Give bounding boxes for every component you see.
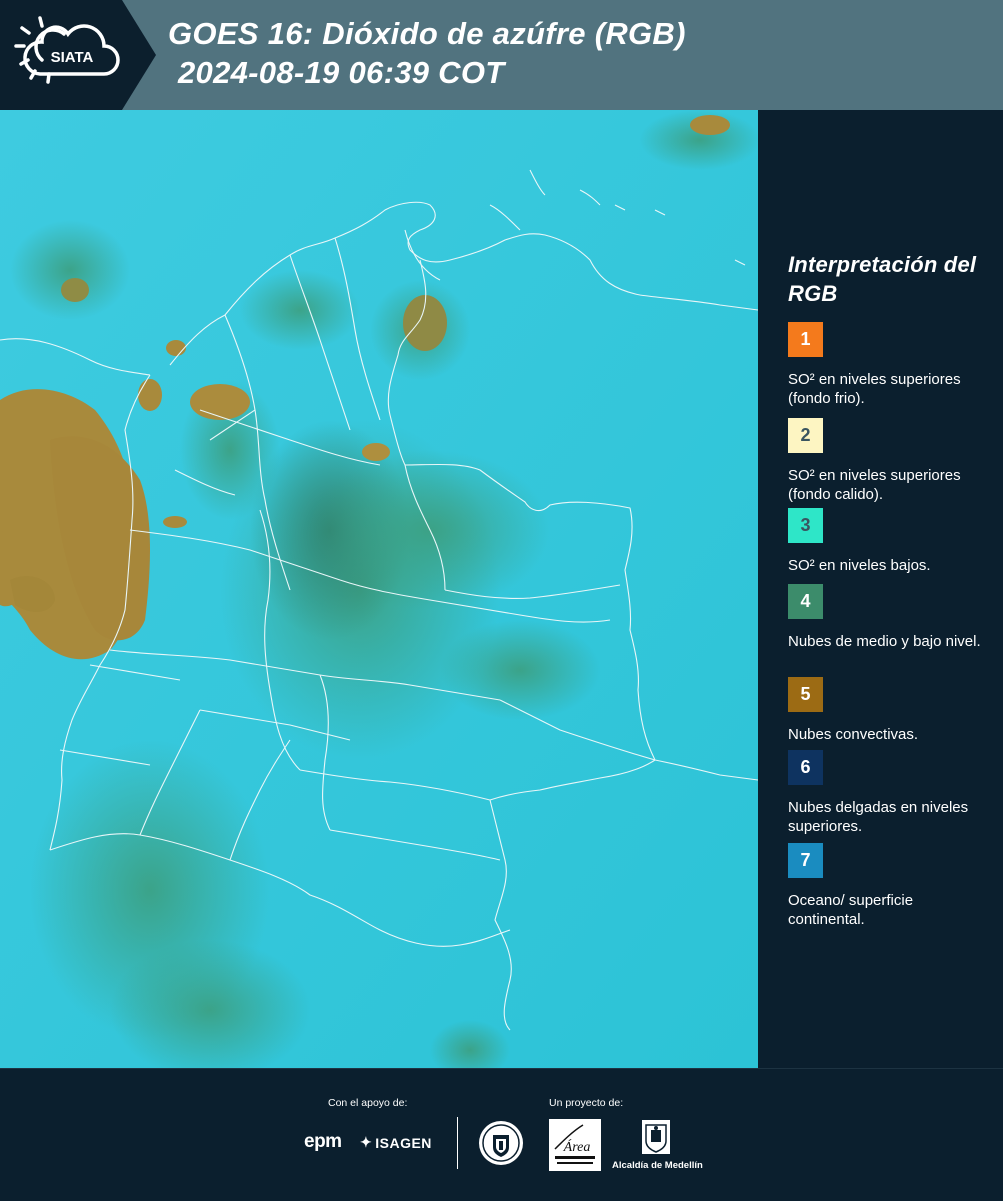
alcaldia-shield-icon[interactable]	[641, 1119, 671, 1155]
legend-label-1: SO² en niveles superiores (fondo frio).	[788, 371, 961, 407]
legend-title: Interpretación del RGB	[788, 252, 977, 306]
siata-sun-cloud-icon: SIATA	[14, 16, 120, 84]
support-caption: Con el apoyo de:	[328, 1097, 408, 1109]
legend-swatch-4: 4	[788, 584, 823, 619]
legend-swatch-3: 3	[788, 508, 823, 543]
legend-label-6: Nubes delgadas en niveles superiores.	[788, 799, 969, 835]
page-title: GOES 16: Dióxido de azúfre (RGB)	[168, 16, 686, 51]
footer-bar: Con el apoyo de: Un proyecto de: epm ✦ I…	[0, 1068, 1003, 1201]
legend-label-2: SO² en niveles superiores (fondo calido)…	[788, 467, 961, 503]
legend-swatch-5: 5	[788, 677, 823, 712]
isagen-logo[interactable]: ✦ ISAGEN	[360, 1134, 432, 1151]
legend-item-2: 2 SO² en niveles superiores (fondo calid…	[788, 418, 988, 504]
alcaldia-label: Alcaldía de Medellín	[612, 1160, 703, 1171]
satellite-map[interactable]	[0, 110, 758, 1068]
legend-item-4: 4 Nubes de medio y bajo nivel.	[788, 584, 988, 651]
legend-label-7: Oceano/ superficie continental.	[788, 892, 914, 928]
legend-item-7: 7 Oceano/ superficie continental.	[788, 843, 988, 929]
siata-logo[interactable]: SIATA	[0, 0, 156, 110]
isagen-star-icon: ✦	[360, 1134, 373, 1150]
legend-label-3: SO² en niveles bajos.	[788, 557, 931, 574]
area-logo-text: Área	[563, 1138, 591, 1155]
legend-label-5: Nubes convectivas.	[788, 726, 919, 743]
rgb-legend: Interpretación del RGB 1 SO² en niveles …	[788, 250, 988, 928]
area-metropolitana-logo[interactable]: Área	[549, 1119, 601, 1171]
legend-swatch-6: 6	[788, 750, 823, 785]
legend-swatch-2: 2	[788, 418, 823, 453]
legend-swatch-7: 7	[788, 843, 823, 878]
satellite-imagery	[0, 110, 758, 1068]
legend-item-5: 5 Nubes convectivas.	[788, 677, 988, 744]
footer-divider	[457, 1117, 458, 1169]
area-metropolitana-icon: Área	[554, 1124, 595, 1164]
isagen-logo-text: ISAGEN	[375, 1134, 432, 1151]
project-caption: Un proyecto de:	[549, 1097, 624, 1109]
epm-logo[interactable]: epm	[304, 1131, 342, 1153]
legend-item-1: 1 SO² en niveles superiores (fondo frio)…	[788, 322, 988, 408]
legend-swatch-1: 1	[788, 322, 823, 357]
page-timestamp: 2024-08-19 06:39 COT	[178, 55, 505, 90]
medellin-seal-icon[interactable]	[477, 1117, 525, 1169]
legend-label-4: Nubes de medio y bajo nivel.	[788, 633, 981, 650]
header-bar: SIATA GOES 16: Dióxido de azúfre (RGB) 2…	[0, 0, 1003, 110]
siata-logo-text: SIATA	[51, 49, 94, 66]
epm-logo-text: epm	[304, 1131, 342, 1152]
legend-item-6: 6 Nubes delgadas en niveles superiores.	[788, 750, 988, 836]
legend-item-3: 3 SO² en niveles bajos.	[788, 508, 988, 575]
